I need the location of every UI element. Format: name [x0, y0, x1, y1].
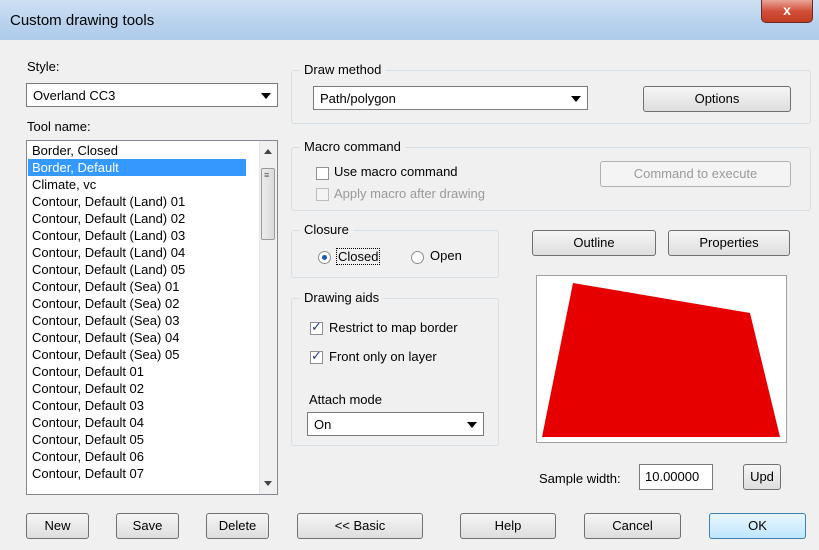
restrict-map-border-label: Restrict to map border: [329, 320, 458, 335]
list-item[interactable]: Contour, Default (Sea) 01: [28, 278, 246, 295]
list-item[interactable]: Contour, Default (Sea) 04: [28, 329, 246, 346]
draw-method-title: Draw method: [300, 62, 386, 77]
chevron-down-icon: [467, 422, 477, 428]
ok-button[interactable]: OK: [709, 513, 806, 539]
closed-radio-label: Closed: [336, 248, 381, 265]
use-macro-checkbox[interactable]: [316, 167, 329, 180]
tool-name-label: Tool name:: [27, 119, 91, 134]
list-scrollbar[interactable]: ≡: [259, 141, 277, 494]
macro-title: Macro command: [300, 139, 405, 154]
style-dropdown[interactable]: Overland CC3: [26, 83, 278, 107]
close-button[interactable]: x: [761, 0, 813, 23]
delete-button[interactable]: Delete: [206, 513, 269, 539]
draw-method-value: Path/polygon: [320, 91, 396, 106]
closure-title: Closure: [300, 222, 353, 237]
list-item[interactable]: Contour, Default 07: [28, 465, 246, 482]
list-item[interactable]: Contour, Default 02: [28, 380, 246, 397]
options-button[interactable]: Options: [643, 86, 791, 112]
attach-mode-value: On: [314, 417, 332, 432]
attach-mode-label: Attach mode: [309, 392, 382, 407]
title-bar: Custom drawing tools x: [0, 0, 819, 40]
polygon-preview: [542, 283, 780, 437]
list-item[interactable]: Contour, Default (Land) 04: [28, 244, 246, 261]
apply-macro-label: Apply macro after drawing: [334, 186, 486, 201]
outline-button[interactable]: Outline: [532, 230, 656, 256]
list-item[interactable]: Contour, Default 05: [28, 431, 246, 448]
list-item[interactable]: Climate, vc: [28, 176, 246, 193]
list-item[interactable]: Contour, Default (Land) 05: [28, 261, 246, 278]
cancel-button[interactable]: Cancel: [584, 513, 681, 539]
open-radio[interactable]: [411, 251, 424, 264]
new-button[interactable]: New: [26, 513, 89, 539]
help-button[interactable]: Help: [460, 513, 556, 539]
list-item[interactable]: Border, Default: [28, 159, 246, 176]
grip-icon: ≡: [264, 170, 270, 180]
preview-shape: [542, 283, 780, 437]
command-to-execute-button[interactable]: Command to execute: [600, 161, 791, 187]
list-item[interactable]: Contour, Default (Land) 02: [28, 210, 246, 227]
closed-radio[interactable]: [318, 251, 331, 264]
style-label: Style:: [27, 59, 60, 74]
sample-preview: [536, 275, 787, 443]
list-item[interactable]: Contour, Default 06: [28, 448, 246, 465]
chevron-down-icon: [261, 93, 271, 99]
chevron-down-icon: [571, 96, 581, 102]
list-item[interactable]: Contour, Default 01: [28, 363, 246, 380]
save-button[interactable]: Save: [116, 513, 179, 539]
list-item[interactable]: Contour, Default (Sea) 03: [28, 312, 246, 329]
list-item[interactable]: Contour, Default 03: [28, 397, 246, 414]
sample-width-value: 10.00000: [645, 469, 700, 484]
list-item[interactable]: Border, Closed: [28, 142, 246, 159]
tool-name-list[interactable]: Border, Closed Border, Default Climate, vc…: [26, 140, 278, 495]
sample-width-input[interactable]: 10.00000: [639, 464, 713, 490]
restrict-map-border-checkbox[interactable]: [310, 320, 323, 335]
scroll-up-arrow-icon[interactable]: [264, 149, 272, 154]
list-item[interactable]: Contour, Default (Sea) 05: [28, 346, 246, 363]
window-title: Custom drawing tools: [10, 12, 155, 29]
dialog-body: Style: Overland CC3 Tool name: Border, C…: [9, 40, 811, 550]
basic-button[interactable]: << Basic: [297, 513, 423, 539]
list-item[interactable]: Contour, Default (Land) 03: [28, 227, 246, 244]
open-radio-label: Open: [430, 248, 462, 263]
style-value: Overland CC3: [33, 88, 116, 103]
list-item[interactable]: Contour, Default (Land) 01: [28, 193, 246, 210]
use-macro-label: Use macro command: [334, 164, 458, 179]
update-button[interactable]: Upd: [743, 464, 781, 490]
front-only-layer-label: Front only on layer: [329, 349, 437, 364]
sample-width-label: Sample width:: [539, 471, 621, 486]
attach-mode-dropdown[interactable]: On: [307, 412, 484, 436]
properties-button[interactable]: Properties: [668, 230, 790, 256]
apply-macro-checkbox[interactable]: [316, 188, 329, 201]
list-item[interactable]: Contour, Default (Sea) 02: [28, 295, 246, 312]
scroll-down-arrow-icon[interactable]: [264, 481, 272, 486]
draw-method-dropdown[interactable]: Path/polygon: [313, 86, 588, 110]
list-item[interactable]: Contour, Default 04: [28, 414, 246, 431]
drawing-aids-title: Drawing aids: [300, 290, 384, 305]
front-only-layer-checkbox[interactable]: [310, 349, 323, 364]
